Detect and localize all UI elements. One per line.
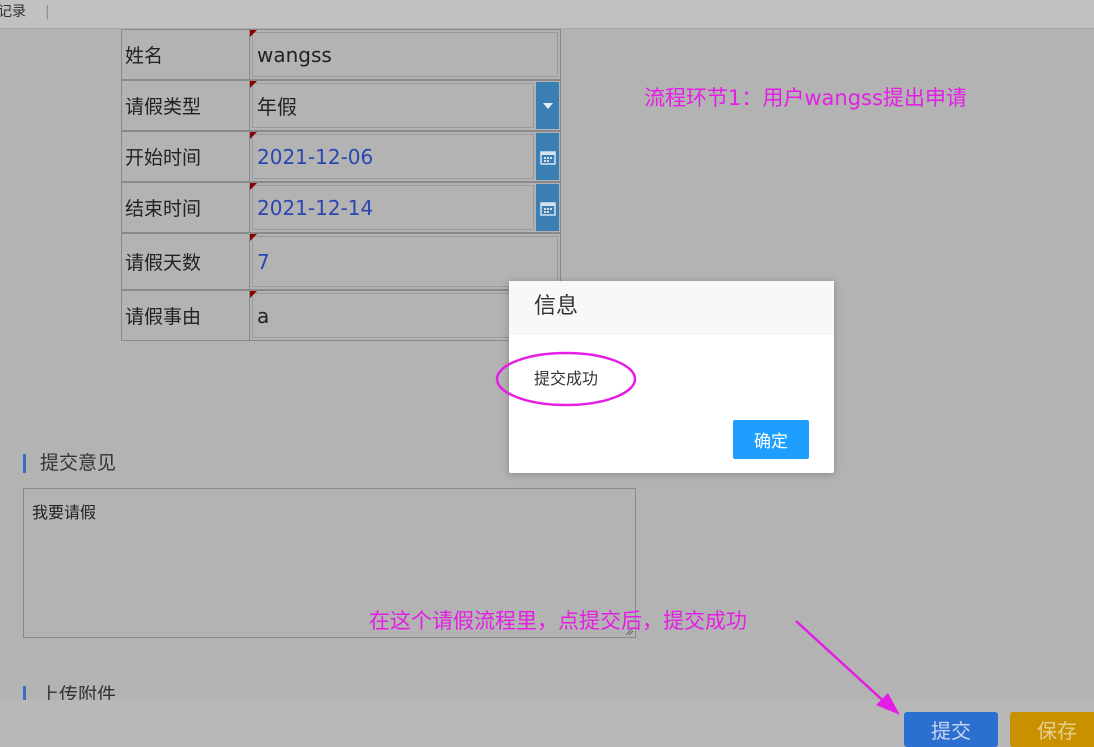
required-marker	[250, 132, 257, 139]
step-annotation: 流程环节1：用户wangss提出申请	[644, 86, 967, 110]
tab-record[interactable]: 记录	[0, 0, 26, 24]
start-time-label: 开始时间	[121, 131, 249, 182]
confirm-button[interactable]: 确定	[733, 420, 809, 459]
name-field[interactable]: wangss	[252, 32, 558, 77]
row-leave-type: 请假类型 年假	[121, 80, 561, 131]
required-marker	[250, 291, 257, 298]
highlight-ellipse-icon	[495, 351, 637, 407]
leave-days-field[interactable]: 7	[252, 236, 558, 287]
submit-button[interactable]: 提交	[904, 712, 998, 747]
leave-days-label: 请假天数	[121, 233, 249, 290]
dropdown-arrow-icon[interactable]	[536, 82, 559, 129]
required-marker	[250, 81, 257, 88]
row-end-time: 结束时间 2021-12-14	[121, 182, 561, 233]
leave-type-select[interactable]: 年假	[252, 83, 534, 128]
end-time-label: 结束时间	[121, 182, 249, 233]
opinion-section-title: 提交意见	[23, 454, 116, 473]
row-start-time: 开始时间 2021-12-06	[121, 131, 561, 182]
row-leave-reason: 请假事由 a	[121, 290, 561, 341]
top-tab-bar: 记录 |	[0, 0, 1094, 29]
row-name: 姓名 wangss	[121, 29, 561, 80]
tab-separator: |	[45, 4, 50, 20]
required-marker	[250, 30, 257, 37]
save-button[interactable]: 保存	[1010, 712, 1094, 747]
submit-annotation: 在这个请假流程里，点提交后，提交成功	[369, 609, 747, 633]
name-label: 姓名	[121, 29, 249, 80]
dialog-title: 信息	[509, 281, 834, 334]
row-leave-days: 请假天数 7	[121, 233, 561, 290]
leave-type-label: 请假类型	[121, 80, 249, 131]
start-date-field[interactable]: 2021-12-06	[252, 134, 534, 179]
leave-reason-label: 请假事由	[121, 290, 249, 341]
opinion-text: 我要请假	[32, 503, 97, 522]
required-marker	[250, 234, 257, 241]
required-marker	[250, 183, 257, 190]
annotation-arrow-icon	[795, 620, 900, 715]
calendar-icon[interactable]	[536, 133, 559, 180]
calendar-icon[interactable]	[536, 184, 559, 231]
end-date-field[interactable]: 2021-12-14	[252, 185, 534, 230]
